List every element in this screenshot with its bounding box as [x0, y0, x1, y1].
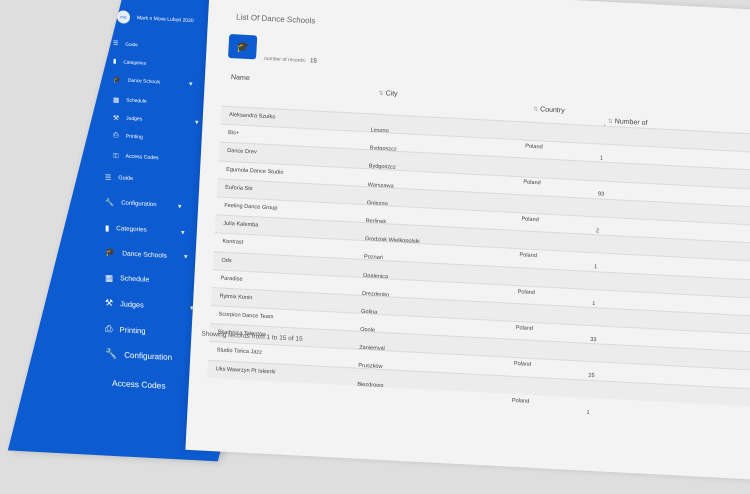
sidebar-item-label: Guide	[125, 41, 138, 48]
sidebar-item-dance-schools[interactable]: 🎓 Dance Schools ▾	[113, 76, 193, 88]
sidebar-item-label: Printing	[125, 133, 143, 141]
sidebar-item-printing[interactable]: ⎙ Printing	[113, 132, 143, 142]
book-icon: ☰	[113, 40, 119, 48]
school-name: Julia Kalemba	[223, 220, 259, 229]
sidebar-item-schedule[interactable]: ▦ Schedule	[113, 96, 147, 106]
school-name: Uks Wawrzyn Pt Iskierki	[215, 365, 276, 376]
sidebar-item-judges[interactable]: ⚒ Judges ▾	[113, 114, 199, 126]
user-name: Mark n Move Luboń 2020	[137, 14, 194, 24]
school-name: Dance Drev	[226, 148, 257, 156]
sidebar-item-label: Categories	[123, 59, 147, 66]
sidebar-item-label: Schedule	[120, 275, 150, 284]
sidebar-item-dance-schools[interactable]: 🎓 Dance Schools ▾	[105, 247, 188, 261]
wrench-icon: 🔧	[105, 197, 115, 207]
school-name: Paradise	[220, 275, 243, 283]
sidebar-item-printing[interactable]: ⎙ Printing	[105, 323, 146, 337]
records-count: 15	[309, 58, 317, 65]
column-country[interactable]: ⇅ Country	[527, 106, 565, 114]
page-title: List Of Dance Schools	[235, 12, 316, 26]
school-name: Egumola Dance Studio	[226, 166, 284, 176]
records-count-row: number of records: 15	[264, 56, 317, 65]
school-name: Rytmix Konin	[219, 293, 253, 302]
school-country: Poland	[511, 397, 530, 405]
main-panel: List Of Dance Schools 🎓 number of record…	[185, 0, 750, 483]
school-name: Studio Tańca Jazz	[216, 347, 263, 357]
sidebar-item-access-codes[interactable]: ⚿ Access Codes	[113, 151, 159, 163]
gavel-icon: ⚒	[113, 114, 120, 123]
column-city[interactable]: ⇅ City	[372, 90, 397, 98]
chevron-down-icon: ▾	[181, 228, 185, 237]
calendar-icon: ▦	[105, 272, 114, 283]
column-name[interactable]: Name	[231, 74, 250, 82]
sidebar-item-label: Configuration	[124, 350, 173, 363]
wrench-icon: 🔧	[105, 348, 118, 361]
sidebar-item-judges[interactable]: ⚒ Judges ▾	[105, 297, 194, 312]
sidebar-item-categories[interactable]: ▮ Categories	[113, 58, 146, 67]
sidebar-item-guide[interactable]: ☰ Guide	[105, 174, 133, 183]
printer-icon: ⎙	[105, 322, 113, 334]
records-label: number of records:	[263, 55, 307, 65]
bookmark-icon: ▮	[105, 223, 110, 233]
user-header[interactable]: mlc Mark n Move Luboń 2020	[117, 10, 194, 27]
sidebar-item-label: Configuration	[121, 199, 157, 208]
sidebar-item-label: Dance Schools	[127, 78, 161, 85]
key-icon: ⚿	[113, 150, 119, 161]
sidebar-item-label: Judges	[126, 115, 143, 123]
sort-icon[interactable]: ⇅	[533, 107, 538, 113]
school-icon: 🎓	[113, 76, 121, 85]
sidebar-item-configuration[interactable]: 🔧Configuration▾	[105, 348, 200, 364]
graduation-cap-icon: 🎓	[235, 40, 250, 54]
school-name: Bis+	[227, 130, 240, 137]
gavel-icon: ⚒	[105, 297, 114, 308]
sidebar-item-label: Access Codes	[125, 153, 159, 162]
school-name: Euforia Stir	[225, 184, 254, 192]
sidebar-item-label: Guide	[118, 175, 134, 182]
sidebar-item-label: Judges	[120, 299, 144, 310]
schools-table: Name ⇅ City ⇅ Country ⇅ Number of dancer…	[207, 72, 750, 416]
school-name: Ods	[221, 257, 232, 264]
sidebar-item-label: Access Codes	[112, 377, 166, 391]
sort-icon[interactable]: ⇅	[378, 91, 383, 97]
chevron-down-icon: ▾	[184, 253, 188, 261]
school-city: Biezdrowo	[357, 381, 384, 389]
chevron-down-icon: ▾	[189, 80, 193, 89]
school-name: Scorpion Dance Team	[218, 311, 274, 321]
book-icon: ☰	[105, 174, 112, 182]
calendar-icon: ▦	[113, 96, 120, 105]
sidebar-item-categories[interactable]: ▮ Categories ▾	[105, 223, 185, 237]
printer-icon: ⎙	[113, 131, 119, 140]
bookmark-icon: ▮	[113, 57, 117, 66]
dancer-count: 1	[586, 409, 590, 416]
school-icon: 🎓	[105, 247, 116, 258]
sidebar-item-guide[interactable]: ☰ Guide	[113, 40, 138, 48]
sidebar-item-label: Schedule	[126, 98, 147, 105]
avatar[interactable]: mlc	[117, 10, 130, 24]
sidebar-item-access-codes[interactable]: Access Codes	[105, 378, 166, 391]
chevron-down-icon: ▾	[178, 202, 182, 211]
school-name: Kontrast	[222, 238, 244, 247]
school-name: Aleksandra Szulko	[228, 112, 276, 121]
sidebar-item-label: Categories	[116, 225, 147, 234]
sidebar-item-schedule[interactable]: ▦ Schedule	[105, 273, 149, 286]
dance-schools-button[interactable]: 🎓	[228, 34, 258, 60]
table-body: Aleksandra Szulko Leszno Poland 1 Bis+ Bydgos…	[207, 105, 750, 416]
chevron-down-icon: ▾	[195, 119, 199, 127]
sidebar-item-label: Printing	[119, 324, 146, 336]
school-name: Feeling Dance Group	[224, 202, 278, 212]
sidebar-item-label: Dance Schools	[122, 249, 167, 260]
sidebar-item-configuration[interactable]: 🔧 Configuration ▾	[105, 197, 182, 211]
